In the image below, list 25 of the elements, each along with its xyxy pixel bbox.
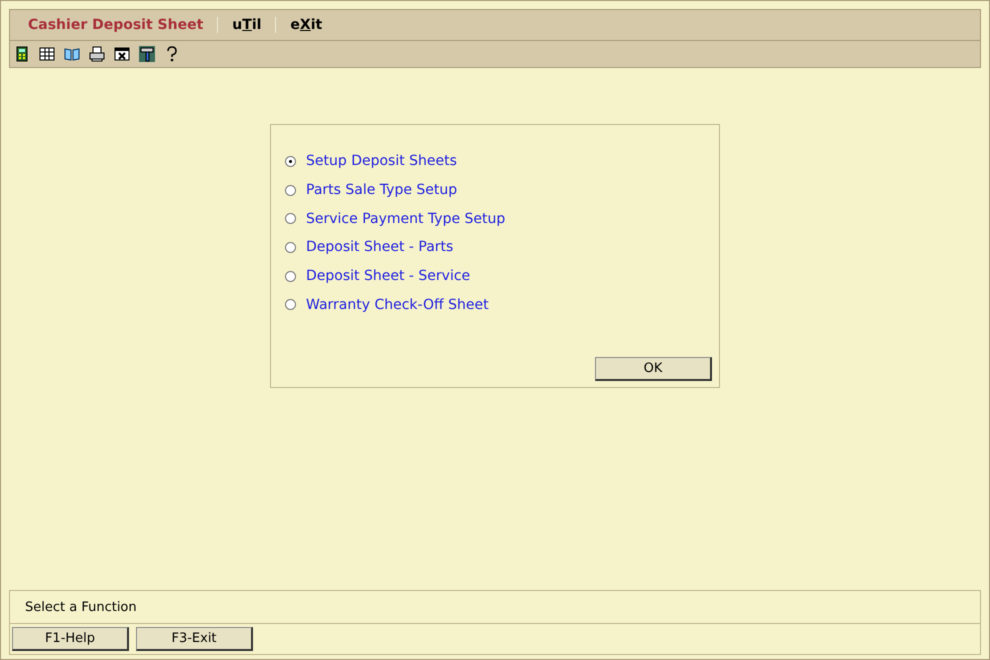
option-label[interactable]: Parts Sale Type Setup bbox=[306, 182, 458, 198]
calculator-icon[interactable] bbox=[14, 46, 30, 62]
option-label[interactable]: Service Payment Type Setup bbox=[306, 210, 506, 227]
book-icon[interactable] bbox=[64, 46, 80, 62]
ok-button[interactable]: OK bbox=[595, 357, 712, 381]
menu-item[interactable]: uTil bbox=[218, 17, 276, 33]
app-title: Cashier Deposit Sheet bbox=[28, 17, 218, 33]
hammer-icon[interactable] bbox=[139, 46, 155, 62]
option-label[interactable]: Deposit Sheet - Parts bbox=[306, 239, 454, 256]
table-icon[interactable] bbox=[39, 46, 55, 62]
radio-button[interactable] bbox=[285, 242, 296, 253]
status-message: Select a Function bbox=[25, 600, 137, 614]
radio-button[interactable] bbox=[285, 184, 296, 196]
option-label[interactable]: Warranty Check-Off Sheet bbox=[306, 296, 489, 313]
radio-button[interactable] bbox=[285, 270, 296, 282]
function-key-button[interactable]: F1-Help bbox=[12, 627, 129, 651]
radio-button[interactable] bbox=[285, 156, 296, 167]
option-label[interactable]: Deposit Sheet - Service bbox=[306, 268, 470, 284]
option-label[interactable]: Setup Deposit Sheets bbox=[306, 153, 457, 170]
function-key-button[interactable]: F3-Exit bbox=[136, 627, 253, 651]
printer-icon[interactable] bbox=[89, 46, 105, 62]
close-window-icon[interactable] bbox=[114, 46, 130, 62]
radio-button[interactable] bbox=[285, 299, 296, 310]
radio-button[interactable] bbox=[285, 213, 296, 224]
menu-item[interactable]: eXit bbox=[276, 17, 336, 33]
